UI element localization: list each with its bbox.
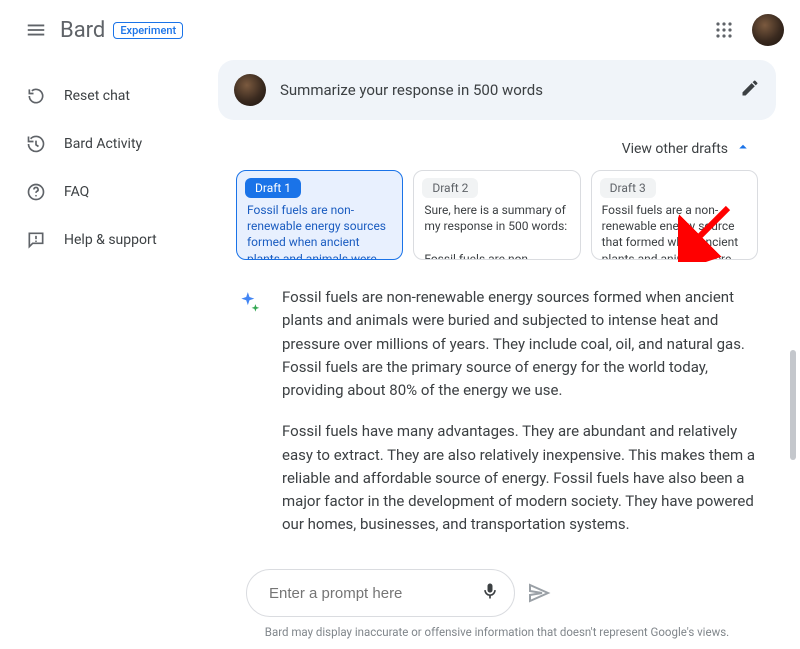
drafts-list: Draft 1 Fossil fuels are non-renewable e… (236, 170, 758, 268)
brand-title: Bard (60, 18, 105, 43)
sidebar-item-label: Bard Activity (64, 136, 142, 152)
view-drafts-label: View other drafts (622, 141, 728, 157)
sidebar-item-label: Reset chat (64, 88, 130, 104)
help-icon (24, 182, 48, 202)
prompt-input[interactable] (269, 585, 468, 602)
scrollbar-thumb[interactable] (790, 350, 796, 460)
user-prompt-bar: Summarize your response in 500 words (218, 60, 776, 120)
feedback-icon (24, 230, 48, 250)
experiment-badge: Experiment (113, 22, 183, 39)
sidebar-item-help[interactable]: Help & support (12, 216, 202, 264)
draft-title: Draft 1 (245, 178, 301, 198)
scroll-fade (218, 531, 776, 557)
draft-preview: Fossil fuels are non-renewable energy so… (237, 202, 402, 260)
sidebar-item-activity[interactable]: Bard Activity (12, 120, 202, 168)
send-button[interactable] (527, 581, 551, 605)
main-menu-button[interactable] (16, 10, 56, 50)
response-card: View other drafts Draft 1 Fossil fuels a… (218, 124, 776, 557)
chevron-up-icon (734, 138, 752, 160)
disclaimer-text: Bard may display inaccurate or offensive… (218, 617, 776, 643)
draft-option-2[interactable]: Draft 2 Sure, here is a summary of my re… (413, 170, 580, 260)
bard-sparkle-icon (236, 286, 264, 546)
response-text: Fossil fuels are non-renewable energy so… (282, 286, 758, 546)
draft-title: Draft 2 (422, 178, 478, 198)
view-drafts-toggle[interactable]: View other drafts (236, 138, 758, 160)
sidebar: Reset chat Bard Activity FAQ Help & supp… (0, 60, 210, 649)
response-paragraph: Fossil fuels have many advantages. They … (282, 420, 758, 536)
sidebar-item-faq[interactable]: FAQ (12, 168, 202, 216)
history-icon (24, 134, 48, 154)
draft-option-3[interactable]: Draft 3 Fossil fuels are a non-renewable… (591, 170, 758, 260)
sidebar-item-label: Help & support (64, 232, 157, 248)
draft-title: Draft 3 (600, 178, 656, 198)
mic-icon[interactable] (480, 581, 500, 605)
draft-preview: Sure, here is a summary of my response i… (414, 202, 579, 260)
draft-option-1[interactable]: Draft 1 Fossil fuels are non-renewable e… (236, 170, 403, 260)
user-prompt-text: Summarize your response in 500 words (280, 81, 726, 99)
prompt-input-container (246, 569, 515, 617)
response-paragraph: Fossil fuels are non-renewable energy so… (282, 286, 758, 402)
account-avatar[interactable] (752, 14, 784, 46)
sidebar-item-reset-chat[interactable]: Reset chat (12, 72, 202, 120)
draft-preview: Fossil fuels are a non-renewable energy … (592, 202, 757, 260)
user-avatar (234, 74, 266, 106)
edit-prompt-button[interactable] (740, 78, 760, 102)
google-apps-button[interactable] (704, 10, 744, 50)
sidebar-item-label: FAQ (64, 184, 89, 200)
reset-icon (24, 86, 48, 106)
